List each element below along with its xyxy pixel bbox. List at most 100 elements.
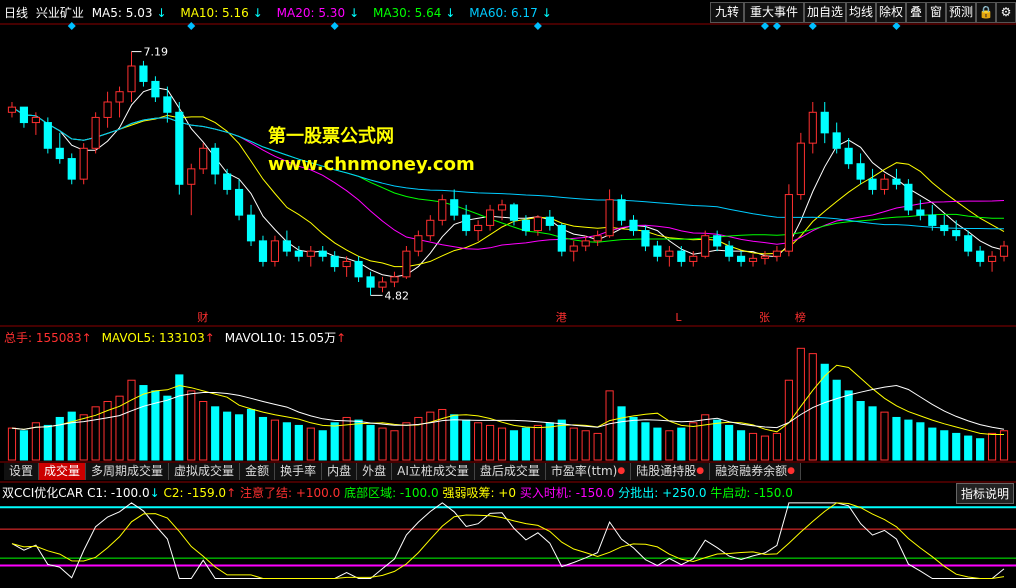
candle-body (115, 91, 124, 103)
tab-virtual-volume[interactable]: 虚拟成交量 (169, 463, 241, 480)
volume-bar (665, 430, 674, 461)
volume-bar (258, 416, 268, 461)
tab-margin-label: 融资融券余额 (715, 464, 788, 478)
candle-body (772, 250, 782, 257)
event-diamond-icon (892, 22, 901, 30)
volume-bar (976, 438, 985, 461)
candle-body (294, 250, 303, 257)
candle-body (701, 235, 710, 257)
candle-body (653, 245, 662, 257)
volume-bar (270, 419, 280, 461)
tab-hk-connect[interactable]: 陆股通持股● (631, 463, 711, 480)
candle-body (689, 255, 698, 262)
tab-outer[interactable]: 外盘 (357, 463, 393, 480)
candle-body (378, 281, 387, 288)
mavol5-arrow-icon: ↑ (204, 331, 215, 345)
bull-value: 牛启动: -150.0 (710, 486, 793, 500)
volume-bar (450, 414, 459, 461)
attention-value: 注意了结: +100.0 (239, 486, 341, 500)
volume-bar (163, 395, 172, 461)
event-diamond-icon (772, 22, 781, 30)
candle-body (450, 199, 459, 216)
candle-body (31, 116, 40, 124)
add-watchlist-button[interactable]: 加自选 (804, 2, 846, 23)
volume-bar (892, 416, 901, 461)
window-button[interactable]: 窗 (926, 2, 946, 23)
mavol5-label: MAVOL5: 133103 (101, 331, 205, 345)
candle-body (760, 255, 770, 259)
buy-value: 买入时机: -150.0 (519, 486, 615, 500)
volume-bar (928, 427, 937, 461)
candle-body (736, 255, 746, 262)
volume-bar (832, 379, 841, 461)
tab-amount[interactable]: 金额 (240, 463, 276, 480)
settings-gear-icon[interactable]: ⚙ (996, 2, 1016, 23)
volume-bar (987, 432, 997, 461)
indicator-help-button[interactable]: 指标说明 (955, 483, 1014, 504)
total-arrow-icon: ↑ (81, 331, 92, 345)
candle-body (892, 178, 901, 185)
candle-body (258, 240, 268, 262)
volume-bar (677, 427, 686, 461)
candle-body (438, 199, 447, 221)
tab-settings[interactable]: 设置 (4, 463, 40, 480)
tab-pe-label: 市盈率(ttm) (550, 464, 618, 478)
candle-body (497, 204, 507, 211)
mavol10-arrow-icon: ↑ (336, 331, 347, 345)
candle-body (306, 250, 315, 257)
total-volume: 总手: 155083 (4, 331, 82, 345)
candle-body (868, 178, 877, 190)
event-diamond-icon (808, 22, 817, 30)
candle-body (7, 106, 17, 113)
event-diamond-icon (760, 22, 769, 30)
volume-bar (964, 435, 973, 461)
ma10-arrow-icon: ↓ (252, 6, 263, 20)
c1-arrow-icon: ↓ (149, 486, 160, 500)
tab-multi-period-volume[interactable]: 多周期成交量 (86, 463, 170, 480)
volume-bar (736, 430, 746, 461)
lock-icon[interactable]: 🔒 (976, 2, 996, 23)
candle-body (593, 235, 602, 242)
tab-inner[interactable]: 内盘 (322, 463, 358, 480)
forecast-button[interactable]: 预测 (946, 2, 976, 23)
ma60-line (11, 106, 1005, 230)
tab-turnover[interactable]: 换手率 (275, 463, 323, 480)
volume-bar (940, 430, 949, 461)
volume-bar (641, 422, 650, 461)
candle-body (43, 122, 52, 149)
price-header: 日线 兴业矿业 MA5: 5.03 ↓ MA10: 5.16 ↓ MA20: 5.3… (4, 4, 556, 21)
overlay-button[interactable]: 叠 (906, 2, 926, 23)
major-event-button[interactable]: 重大事件 (744, 2, 804, 23)
period-label[interactable]: 日线 (4, 6, 28, 20)
new-dot-icon: ● (696, 466, 705, 476)
watermark-url: www.chnmoney.com (268, 154, 475, 175)
volume-bar (509, 430, 519, 461)
tab-after-hours-volume[interactable]: 盘后成交量 (474, 463, 546, 480)
low-price-label: 4.82 (385, 289, 410, 302)
tab-volume[interactable]: 成交量 (39, 463, 87, 480)
candle-body (880, 178, 889, 190)
candle-body (808, 111, 817, 144)
ma5-line (11, 87, 1005, 278)
volume-bar (952, 432, 961, 461)
ma30-arrow-icon: ↓ (445, 6, 456, 20)
candle-body (820, 111, 829, 134)
candle-body (234, 188, 244, 216)
ex-rights-button[interactable]: 除权 (876, 2, 906, 23)
jiuzhuan-button[interactable]: 九转 (710, 2, 744, 23)
volume-bar (127, 379, 136, 461)
candle-body (55, 147, 64, 160)
candle-body (366, 276, 375, 288)
volume-bar (713, 419, 722, 461)
tab-margin[interactable]: 融资融券余额● (710, 463, 801, 480)
event-label: 财 (197, 310, 208, 324)
stock-name: 兴业矿业 (35, 6, 84, 20)
volume-bar (354, 419, 363, 461)
ma5-label: MA5: 5.03 (91, 6, 153, 20)
volume-bar (617, 406, 626, 461)
candle-body (748, 257, 758, 262)
mavol5-line (11, 364, 1004, 435)
tab-ai-volume[interactable]: AI立桩成交量 (392, 463, 475, 480)
tab-pe-ttm[interactable]: 市盈率(ttm)● (545, 463, 632, 480)
ma-button[interactable]: 均线 (846, 2, 876, 23)
